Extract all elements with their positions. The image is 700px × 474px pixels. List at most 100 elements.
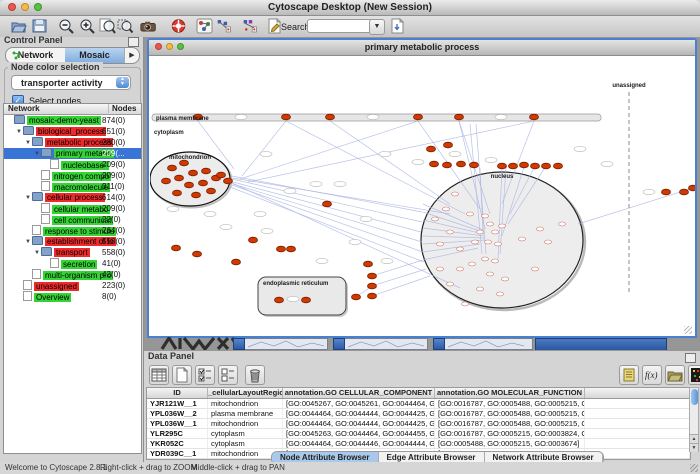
network-tree: Network Nodes mosaic-demo-yeast874(0)▼bi… <box>3 103 142 454</box>
file-icon <box>32 225 41 235</box>
tree-row[interactable]: ▼primary metabo209(... <box>4 148 141 159</box>
tab-mosaic-label: Mosaic <box>79 50 110 60</box>
tree-row[interactable]: secretion41(0) <box>4 258 141 269</box>
svg-text:unassigned: unassigned <box>612 83 646 89</box>
window-resize-grip[interactable] <box>690 464 698 472</box>
network-graph[interactable]: plasma membranecytoplasmmitochondrionnuc… <box>150 64 695 336</box>
import-attributes-icon[interactable] <box>665 365 685 385</box>
search-index-icon[interactable] <box>389 18 406 34</box>
select-attributes-icon[interactable] <box>195 365 215 385</box>
tree-row[interactable]: cellular metabo209(0) <box>4 203 141 214</box>
delete-attribute-icon[interactable] <box>245 365 265 385</box>
layout-1-icon[interactable] <box>216 18 236 34</box>
search-dropdown-button[interactable]: ▼ <box>369 19 385 35</box>
column-header[interactable]: ID <box>147 388 208 398</box>
table-cell: [GO:0016787, GO:0005215, GO:0003824, G..… <box>435 429 585 438</box>
zoom-fit-icon[interactable] <box>99 18 116 34</box>
folder-icon <box>23 126 34 135</box>
tree-row[interactable]: Overview8(0) <box>4 291 141 302</box>
network-window-titlebar[interactable]: primary metabolic process <box>149 40 695 56</box>
function-builder-icon[interactable]: f(x) <box>642 365 662 385</box>
tree-row[interactable]: mosaic-demo-yeast874(0) <box>4 115 141 126</box>
tree-row-count: 22(0) <box>102 214 121 225</box>
tree-row-count: 264(0) <box>102 225 125 236</box>
hidden-window[interactable] <box>333 338 428 350</box>
table-cell: [GO:0005488, GO:0005215, GO:0003674] <box>435 439 585 448</box>
folder-icon <box>41 247 52 256</box>
layout-2-icon[interactable] <box>242 18 262 34</box>
table-cell: YPL036W__2 <box>147 409 208 418</box>
tree-row[interactable]: unassigned223(0) <box>4 280 141 291</box>
tree-row[interactable]: nitrogen compo209(0) <box>4 170 141 181</box>
column-header[interactable]: annotation.GO MOLECULAR_FUNCTION <box>435 388 585 398</box>
tree-row[interactable]: ▼biological_process651(0) <box>4 126 141 137</box>
float-panel-icon[interactable] <box>128 37 139 47</box>
table-cell: mitochondrion <box>208 399 283 408</box>
tree-header-nodes: Nodes <box>108 104 136 113</box>
table-cell: YLR295C <box>147 429 208 438</box>
tree-row-label: mosaic-demo-yeast <box>27 116 101 125</box>
network-overview-icon[interactable] <box>196 18 213 34</box>
scroll-down-button[interactable]: ▼ <box>690 443 698 452</box>
tree-row[interactable]: response to stimulu264(0) <box>4 225 141 236</box>
notes-icon[interactable] <box>619 365 639 385</box>
zoom-selected-icon[interactable] <box>117 18 134 34</box>
table-cell: cytoplasm <box>208 439 283 448</box>
column-header[interactable]: annotation.GO CELLULAR_COMPONENT <box>283 388 435 398</box>
attribute-table-icon[interactable] <box>149 365 169 385</box>
tree-row-count: 209(0) <box>102 203 125 214</box>
svg-text:plasma membrane: plasma membrane <box>156 116 209 122</box>
tree-row-label: cellular process <box>45 193 105 202</box>
save-icon[interactable] <box>31 18 48 34</box>
file-icon <box>23 291 32 301</box>
table-row[interactable]: YPL036W__1mitochondrion[GO:0044464, GO:0… <box>147 419 690 429</box>
tree-header: Network Nodes <box>4 104 141 115</box>
unselect-attributes-icon[interactable] <box>218 365 238 385</box>
hidden-window[interactable] <box>433 338 533 350</box>
tab-mosaic[interactable]: Mosaic <box>65 48 124 63</box>
zoom-in-icon[interactable] <box>79 18 96 34</box>
hidden-window-icon <box>333 338 345 350</box>
snapshot-icon[interactable] <box>140 18 160 34</box>
tree-row[interactable]: multi-organism pro42(0) <box>4 269 141 280</box>
network-view-window[interactable]: primary metabolic process plasma membran… <box>147 38 697 338</box>
hidden-window[interactable] <box>233 338 328 350</box>
attribute-matrix-icon[interactable] <box>688 365 700 385</box>
tree-row[interactable]: ▼cellular process614(0) <box>4 192 141 203</box>
zoom-out-icon[interactable] <box>58 18 75 34</box>
data-panel-float-icon[interactable] <box>685 353 696 363</box>
tree-row[interactable]: ▼transport558(0) <box>4 247 141 258</box>
scroll-up-button[interactable]: ▲ <box>690 434 698 443</box>
tree-row[interactable]: nucleobase-209(0) <box>4 159 141 170</box>
network-resize-grip[interactable] <box>684 326 692 334</box>
control-panel-title: Control Panel <box>4 35 63 45</box>
table-cell: [GO:0044464, GO:0044444, GO:0044425, G..… <box>283 409 435 418</box>
attribute-table: ID_cellularLayoutRegionannotation.GO CEL… <box>146 387 691 460</box>
attribute-table-header[interactable]: ID_cellularLayoutRegionannotation.GO CEL… <box>147 388 690 399</box>
tree-row[interactable]: ▼establishment of lo558(0) <box>4 236 141 247</box>
table-row[interactable]: YJR121W__1mitochondrion[GO:0045267, GO:0… <box>147 399 690 409</box>
column-header[interactable]: _cellularLayoutRegion <box>208 388 283 398</box>
scrollbar-thumb[interactable] <box>691 389 698 405</box>
tree-row[interactable]: macromolecule311(0) <box>4 181 141 192</box>
tree-row[interactable]: ▼metabolic process280(0) <box>4 137 141 148</box>
main-toolbar: Search: ▼ <box>0 16 700 38</box>
node-color-dropdown[interactable]: transporter activity ▲▼ <box>11 75 131 90</box>
data-panel-title: Data Panel <box>148 351 194 361</box>
help-icon[interactable] <box>170 18 187 34</box>
tab-network[interactable]: Network <box>6 48 65 63</box>
table-row[interactable]: YPL036W__2plasma membrane[GO:0044464, GO… <box>147 409 690 419</box>
network-canvas[interactable]: plasma membranecytoplasmmitochondrionnuc… <box>150 56 694 336</box>
table-row[interactable]: YLR295Ccytoplasm[GO:0045263, GO:0044464,… <box>147 429 690 439</box>
svg-text:f(x): f(x) <box>645 370 658 380</box>
column-header[interactable] <box>585 388 690 398</box>
open-icon[interactable] <box>10 18 27 34</box>
table-cell: [GO:0044464, GO:0044444, GO:0044425, G..… <box>283 419 435 428</box>
tree-row[interactable]: cell communicat22(0) <box>4 214 141 225</box>
search-input[interactable] <box>307 19 373 33</box>
table-scrollbar[interactable]: ▲ ▼ <box>689 387 699 452</box>
table-cell: [GO:0045263, GO:0044464, GO:0044455, G..… <box>283 429 435 438</box>
table-row[interactable]: YKR052Ccytoplasm[GO:0044464, GO:0044446,… <box>147 439 690 449</box>
tab-overflow-arrow[interactable]: ▶ <box>124 48 139 63</box>
new-attribute-icon[interactable] <box>172 365 192 385</box>
